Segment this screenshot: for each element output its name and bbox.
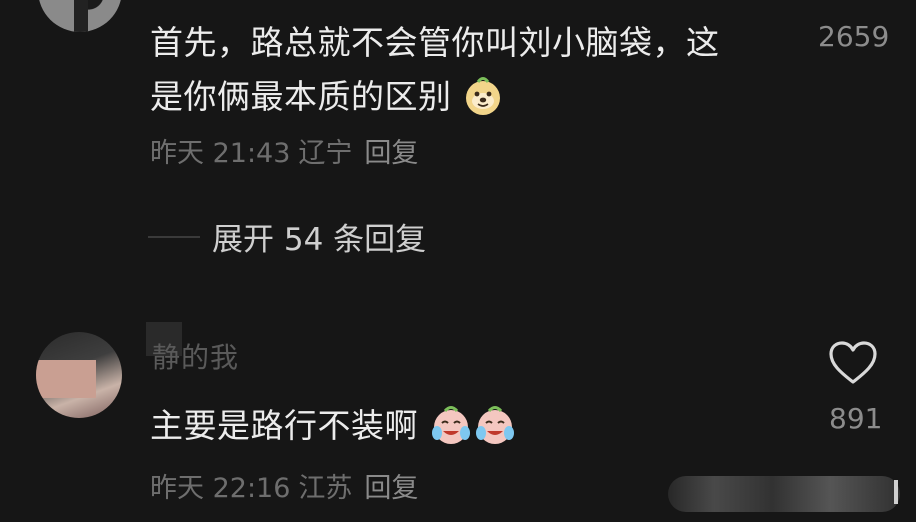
- like-count: 891: [829, 402, 883, 435]
- comment-text: 主要是路行不装啊: [150, 399, 517, 453]
- username[interactable]: 静的我: [152, 336, 239, 376]
- like-count: 2659: [818, 20, 890, 53]
- comment-meta: 昨天 21:43 辽宁 回复: [150, 131, 418, 170]
- timestamp: 昨天 22:16: [150, 473, 291, 504]
- avatar[interactable]: [36, 332, 122, 418]
- timestamp: 昨天 21:43: [150, 138, 291, 169]
- avatar[interactable]: [38, 0, 122, 32]
- location: 江苏: [298, 473, 353, 504]
- expand-replies-button[interactable]: 展开 54 条回复: [212, 214, 426, 259]
- comment-text-line-content: 是你俩最本质的区别: [150, 77, 452, 116]
- comment-text: 首先，路总就不会管你叫刘小脑袋，这 是你俩最本质的区别: [150, 16, 720, 124]
- cry-laugh-emoji-icon: [432, 405, 470, 444]
- heart-icon[interactable]: [828, 340, 878, 386]
- location: 辽宁: [298, 138, 353, 169]
- divider: [148, 236, 200, 238]
- comment-text-content: 主要是路行不装啊: [150, 406, 418, 445]
- watermark-mark: [894, 480, 898, 504]
- doge-emoji-icon: [465, 76, 500, 115]
- watermark: [668, 476, 900, 512]
- comment-meta: 昨天 22:16 江苏 回复: [150, 466, 418, 505]
- cry-laugh-emoji-icon: [476, 405, 514, 444]
- comment-text-line: 是你俩最本质的区别: [150, 70, 720, 124]
- comment-text-line: 首先，路总就不会管你叫刘小脑袋，这: [150, 23, 720, 62]
- reply-button[interactable]: 回复: [364, 138, 418, 169]
- reply-button[interactable]: 回复: [364, 473, 418, 504]
